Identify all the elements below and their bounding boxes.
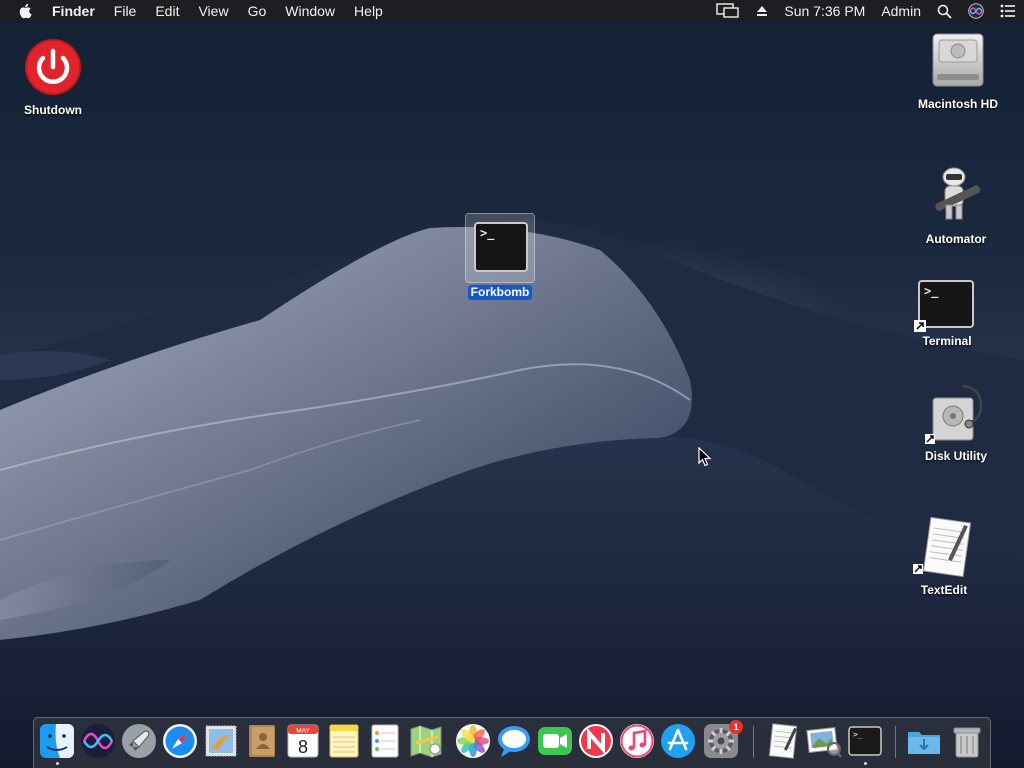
automator-label: Automator (925, 232, 987, 246)
menu-app-name[interactable]: Finder (52, 0, 95, 22)
dock-terminal[interactable]: >_ (847, 723, 883, 759)
siri-app-icon (81, 724, 115, 758)
dock-photos[interactable] (455, 723, 491, 759)
photos-flower-icon (456, 724, 490, 758)
facetime-camera-icon (538, 727, 572, 755)
menu-extras: Sun 7:36 PM Admin (700, 0, 1016, 22)
menu-go[interactable]: Go (248, 0, 267, 22)
menu-bar: Finder File Edit View Go Window Help Sun… (0, 0, 1024, 22)
dock-maps[interactable] (408, 723, 444, 759)
launchpad-rocket-icon (122, 724, 156, 758)
finder-running-indicator (56, 762, 59, 765)
mail-stamp-icon (205, 725, 237, 757)
dock-trash[interactable] (949, 723, 985, 759)
maps-icon (410, 725, 442, 758)
desktop-icon-terminal[interactable]: >_ Terminal (906, 280, 988, 349)
dock-contacts[interactable] (244, 723, 280, 759)
dock-downloads[interactable] (906, 723, 942, 759)
terminal-label: Terminal (922, 334, 972, 348)
desktop-icon-shutdown[interactable]: Shutdown (17, 38, 89, 118)
spotlight-search-icon[interactable] (937, 4, 952, 19)
dock-terminal-prompt: >_ (853, 730, 863, 739)
menu-edit[interactable]: Edit (155, 0, 179, 22)
desktop-icon-disk-utility[interactable]: Disk Utility (912, 382, 1000, 464)
textedit-label: TextEdit (920, 583, 968, 597)
textedit-document-icon (913, 516, 972, 578)
dock-separator (753, 726, 754, 758)
terminal-icon: >_ (848, 726, 882, 756)
downloads-folder-icon (908, 732, 940, 754)
dock-messages[interactable] (496, 723, 532, 759)
terminal-running-indicator (864, 762, 867, 765)
dock-itunes[interactable] (619, 723, 655, 759)
menu-help[interactable]: Help (354, 0, 383, 22)
terminal-app-icon: >_ (914, 280, 976, 332)
reminders-list-icon (371, 724, 399, 758)
forkbomb-prompt: >_ (480, 226, 495, 240)
forkbomb-terminal-icon: >_ (465, 213, 535, 283)
siri-icon[interactable] (968, 3, 984, 19)
macintosh-hd-label: Macintosh HD (917, 97, 998, 111)
display-mirroring-icon[interactable] (716, 3, 740, 19)
trash-can-icon (953, 727, 981, 758)
apple-menu-icon[interactable] (18, 3, 32, 19)
desktop-icon-textedit[interactable]: TextEdit (906, 516, 982, 598)
menu-window[interactable]: Window (285, 0, 335, 22)
dock-facetime[interactable] (537, 723, 573, 759)
preview-photos-icon (806, 727, 842, 758)
dock-system-preferences[interactable]: 1 (703, 720, 743, 759)
dock-separator-2 (895, 726, 896, 758)
desktop-icon-automator[interactable]: Automator (914, 165, 998, 247)
itunes-music-note-icon (620, 724, 654, 758)
news-icon (579, 724, 613, 758)
eject-icon[interactable] (756, 5, 768, 17)
dock-safari[interactable] (162, 723, 198, 759)
notes-pad-icon (329, 724, 359, 758)
textedit-icon (768, 723, 798, 759)
alias-arrow-icon (914, 320, 926, 332)
dock-calendar[interactable]: MAY 8 (285, 723, 321, 759)
dock-launchpad[interactable] (121, 723, 157, 759)
contacts-book-icon (249, 725, 275, 757)
dock: MAY 8 1 >_ (33, 717, 991, 768)
messages-bubble-icon (498, 726, 530, 757)
menu-view[interactable]: View (198, 0, 228, 22)
finder-icon (40, 724, 74, 758)
dock-siri[interactable] (80, 723, 116, 759)
system-preferences-badge: 1 (729, 720, 743, 734)
dock-textedit[interactable] (765, 723, 801, 759)
dock-notes[interactable] (326, 723, 362, 759)
dock-app-store[interactable] (660, 723, 696, 759)
desktop-icon-macintosh-hd[interactable]: Macintosh HD (910, 30, 1006, 112)
safari-compass-icon (163, 724, 197, 758)
menu-user[interactable]: Admin (881, 0, 921, 22)
app-store-icon (661, 724, 695, 758)
calendar-icon: MAY 8 (287, 724, 319, 758)
hard-drive-icon (932, 33, 984, 87)
dock-finder[interactable] (39, 723, 75, 759)
dock-reminders[interactable] (367, 723, 403, 759)
notification-center-icon[interactable] (1000, 4, 1016, 18)
disk-utility-stethoscope-icon (925, 384, 983, 444)
forkbomb-label: Forkbomb (467, 285, 533, 300)
power-icon (25, 39, 81, 95)
mouse-cursor-icon (698, 447, 712, 467)
menu-clock[interactable]: Sun 7:36 PM (784, 0, 865, 22)
shutdown-label: Shutdown (24, 103, 82, 117)
dock-news[interactable] (578, 723, 614, 759)
terminal-prompt: >_ (924, 284, 939, 298)
menu-file[interactable]: File (114, 0, 137, 22)
desktop-icon-forkbomb[interactable]: >_ Forkbomb (462, 213, 538, 300)
automator-robot-icon (935, 167, 981, 220)
dock-mail[interactable] (203, 723, 239, 759)
calendar-day: 8 (298, 737, 308, 757)
disk-utility-label: Disk Utility (924, 449, 987, 463)
dock-preview[interactable] (806, 723, 842, 759)
calendar-month: MAY (296, 728, 310, 735)
desktop-wallpaper (0, 220, 1024, 768)
